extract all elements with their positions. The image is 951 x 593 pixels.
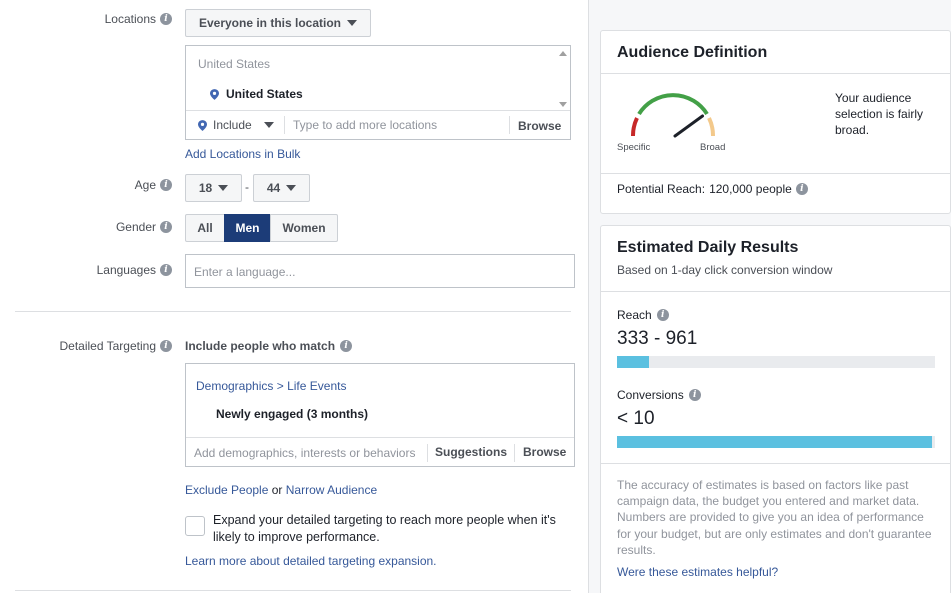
caret-down-icon (347, 20, 358, 26)
suggestions-button[interactable]: Suggestions (435, 445, 507, 459)
targeting-search-input[interactable]: Add demographics, interests or behaviors (194, 446, 415, 460)
caret-down-icon (263, 122, 274, 128)
conversions-bar (617, 436, 935, 448)
language-input[interactable]: Enter a language... (185, 254, 575, 288)
estimated-results-title: Estimated Daily Results (617, 239, 799, 256)
narrow-audience-link[interactable]: Narrow Audience (286, 483, 377, 497)
detailed-targeting-label: Detailed Targeting i (0, 339, 172, 355)
info-icon[interactable]: i (160, 340, 172, 352)
audience-description: Your audience selection is fairly broad. (835, 91, 924, 137)
selected-location: United States (210, 87, 303, 101)
locations-header: United States (198, 57, 271, 71)
scrollbar[interactable] (558, 49, 568, 109)
gauge-needle (673, 114, 704, 138)
expand-targeting-text: Expand your detailed targeting to reach … (213, 513, 556, 544)
location-type-dropdown[interactable]: Everyone in this location (185, 9, 371, 37)
breadcrumb-demographics[interactable]: Demographics (196, 379, 273, 393)
estimated-results-subtitle: Based on 1-day click conversion window (617, 263, 833, 277)
expand-targeting-checkbox[interactable] (185, 516, 205, 536)
info-icon[interactable]: i (160, 264, 172, 276)
info-icon[interactable]: i (688, 389, 701, 401)
info-icon[interactable]: i (160, 221, 172, 233)
audience-gauge (630, 93, 716, 138)
breadcrumb-life-events[interactable]: Life Events (287, 379, 346, 393)
conversions-value: < 10 (617, 408, 655, 429)
age-min-dropdown[interactable]: 18 (185, 174, 242, 202)
location-browse-button[interactable]: Browse (518, 119, 561, 133)
right-sidebar: Audience Definition Specific Broad Your … (588, 0, 951, 593)
gender-women-button[interactable]: Women (270, 214, 338, 242)
info-icon[interactable]: i (795, 183, 808, 195)
audience-definition-card: Audience Definition Specific Broad Your … (600, 30, 951, 214)
include-match-text: Include people who match i (185, 339, 353, 353)
caret-down-icon (286, 185, 297, 191)
targeting-breadcrumb: Demographics > Life Events (196, 379, 347, 393)
targeting-item[interactable]: Newly engaged (3 months) (216, 407, 368, 421)
estimated-results-card: Estimated Daily Results Based on 1-day c… (600, 225, 951, 593)
age-max-dropdown[interactable]: 44 (253, 174, 310, 202)
audience-definition-title: Audience Definition (617, 44, 768, 61)
locations-label: Locations i (0, 12, 172, 28)
reach-bar-fill (617, 356, 649, 368)
languages-label: Languages i (0, 263, 172, 279)
targeting-browse-button[interactable]: Browse (523, 445, 566, 459)
gauge-label-specific: Specific (617, 142, 651, 153)
gender-men-button[interactable]: Men (224, 214, 271, 242)
reach-value: 333 - 961 (617, 328, 698, 349)
potential-reach: Potential Reach: 120,000 people i (617, 182, 808, 196)
reach-label: Reach i (617, 308, 669, 322)
conversions-label: Conversions i (617, 388, 701, 402)
exclude-people-link[interactable]: Exclude People (185, 483, 268, 497)
detailed-targeting-box: Demographics > Life Events Newly engaged… (185, 363, 575, 467)
gender-all-button[interactable]: All (185, 214, 225, 242)
reach-bar (617, 356, 935, 368)
learn-more-link[interactable]: Learn more about detailed targeting expa… (185, 554, 437, 568)
map-pin-icon (198, 119, 207, 131)
gauge-label-broad: Broad (700, 142, 726, 153)
info-icon[interactable]: i (160, 179, 172, 191)
estimates-disclaimer: The accuracy of estimates is based on fa… (617, 478, 932, 557)
conversions-bar-fill (617, 436, 932, 448)
include-dropdown[interactable]: Include (198, 118, 274, 132)
age-separator: - (245, 180, 249, 194)
location-search-input[interactable]: Type to add more locations (293, 118, 437, 132)
caret-down-icon (218, 185, 229, 191)
info-icon[interactable]: i (160, 13, 172, 25)
info-icon[interactable]: i (340, 340, 353, 352)
locations-box: United States United States Include Type… (185, 45, 571, 140)
exclude-narrow-row: Exclude People or Narrow Audience (185, 483, 378, 497)
estimates-helpful-link[interactable]: Were these estimates helpful? (617, 565, 778, 579)
map-pin-icon (210, 88, 219, 100)
age-label: Age i (0, 178, 172, 194)
add-locations-bulk-link[interactable]: Add Locations in Bulk (185, 147, 300, 161)
gender-label: Gender i (0, 220, 172, 236)
targeting-panel: Locations i Everyone in this location Uni… (0, 0, 588, 593)
info-icon[interactable]: i (656, 309, 669, 321)
